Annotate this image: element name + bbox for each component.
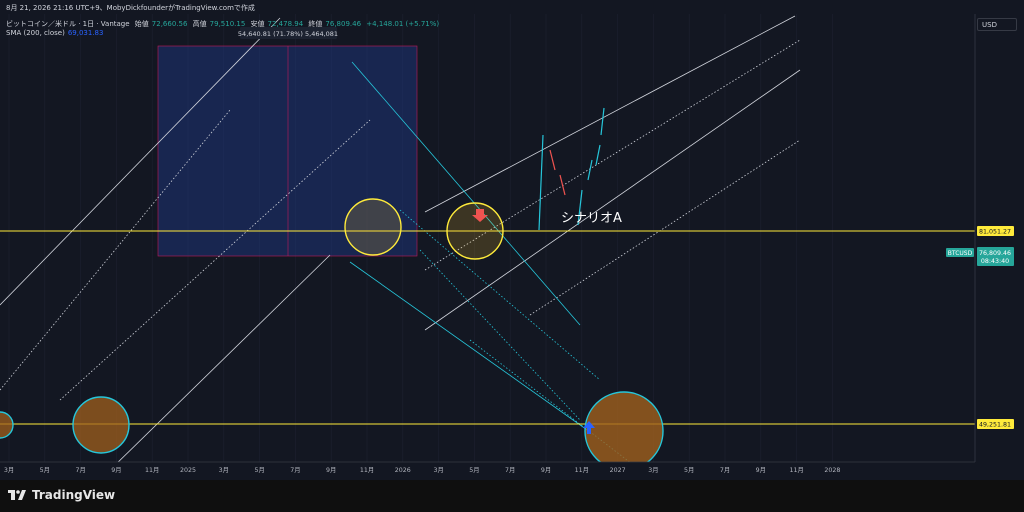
- support-price-tag: 49,251.81: [977, 419, 1014, 429]
- x-tick-label: 2025: [180, 467, 196, 474]
- tradingview-logo[interactable]: TradingView: [8, 488, 115, 502]
- x-tick-label: 7月: [720, 466, 730, 474]
- sma-value: 69,031.83: [67, 29, 104, 37]
- open-value: 72,660.56: [151, 20, 188, 28]
- x-tick-label: 11月: [575, 466, 589, 474]
- brand-name: TradingView: [32, 488, 116, 502]
- orange-circle-left: [72, 396, 130, 454]
- x-tick-label: 9月: [541, 466, 551, 474]
- bottom-bar: [0, 480, 1024, 512]
- orange-circle-right: [584, 391, 664, 462]
- x-tick-label: 11月: [145, 466, 159, 474]
- x-tick-label: 2028: [824, 467, 840, 474]
- currency-button[interactable]: USD: [977, 18, 1017, 31]
- price-chart[interactable]: 54,640.81 (71.78%) 5,464,081 シナリオA 132,0…: [0, 0, 1024, 480]
- x-tick-label: 11月: [789, 466, 803, 474]
- symbol-name[interactable]: ビットコイン／米ドル · 1日 · Vantage: [6, 20, 130, 28]
- open-label: 始値: [134, 20, 149, 28]
- x-tick-label: 9月: [111, 466, 121, 474]
- high-value: 79,510.15: [209, 20, 246, 28]
- svg-text:76,809.46: 76,809.46: [979, 250, 1011, 257]
- x-tick-label: 3月: [433, 466, 443, 474]
- svg-text:49,251.81: 49,251.81: [979, 422, 1011, 429]
- snapshot-info: 8月 21, 2026 21:16 UTC+9、MobyDickfounderが…: [6, 4, 255, 12]
- high-label: 高値: [192, 20, 207, 28]
- last-price-tag: 76,809.46 08:43:40: [977, 247, 1014, 266]
- ohlc-legend[interactable]: ビットコイン／米ドル · 1日 · Vantage 始値 72,660.56 高値…: [6, 19, 442, 29]
- svg-text:08:43:40: 08:43:40: [981, 258, 1009, 265]
- x-tick-label: 7月: [290, 466, 300, 474]
- measure-label: 54,640.81 (71.78%) 5,464,081: [238, 30, 338, 38]
- x-tick-label: 3月: [219, 466, 229, 474]
- x-tick-label: 7月: [75, 466, 85, 474]
- scenario-label: シナリオA: [561, 211, 622, 226]
- x-axis[interactable]: 3月 5月 7月 9月 11月 2025 3月 5月 7月 9月 11月 2026 3月 5月 7月 9月 11…: [4, 466, 841, 474]
- x-tick-label: 5月: [469, 466, 479, 474]
- x-tick-label: 2027: [610, 467, 626, 474]
- change-value: +4,148.01 (+5.71%): [366, 20, 440, 28]
- chart-area[interactable]: 54,640.81 (71.78%) 5,464,081 シナリオA 132,0…: [0, 0, 1024, 480]
- resistance-price-tag: 81,051.27: [977, 226, 1014, 236]
- x-tick-label: 9月: [756, 466, 766, 474]
- symbol-tag: BTCUSD: [946, 248, 974, 257]
- svg-text:BTCUSD: BTCUSD: [948, 250, 973, 257]
- x-tick-label: 5月: [684, 466, 694, 474]
- x-tick-label: 2026: [395, 467, 411, 474]
- x-tick-label: 9月: [326, 466, 336, 474]
- close-label: 終値: [308, 20, 323, 28]
- x-tick-label: 3月: [648, 466, 658, 474]
- low-value: 72,478.94: [267, 20, 304, 28]
- x-tick-label: 5月: [40, 466, 50, 474]
- yellow-circle-right: [446, 202, 504, 260]
- close-value: 76,809.46: [325, 20, 362, 28]
- x-tick-label: 5月: [254, 466, 264, 474]
- svg-text:81,051.27: 81,051.27: [979, 229, 1011, 236]
- yellow-circle-left: [344, 198, 402, 256]
- orange-circle-edge: [0, 411, 14, 439]
- x-tick-label: 11月: [360, 466, 374, 474]
- x-tick-label: 7月: [505, 466, 515, 474]
- sma-legend[interactable]: SMA (200, close) 69,031.83: [6, 29, 106, 37]
- tradingview-logo-icon: [8, 490, 26, 500]
- low-label: 安値: [250, 20, 265, 28]
- sma-label: SMA (200, close): [6, 29, 65, 37]
- x-tick-label: 3月: [4, 466, 14, 474]
